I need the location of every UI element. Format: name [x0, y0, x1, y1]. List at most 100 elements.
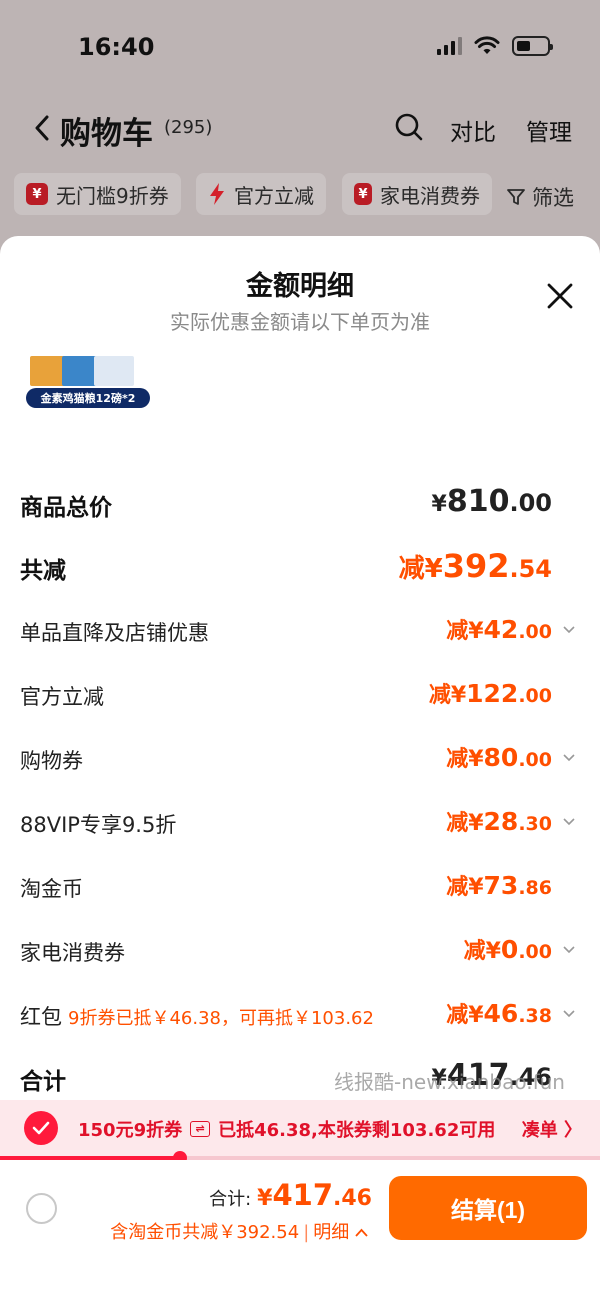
row-label: 共减 [20, 558, 66, 584]
swap-icon[interactable]: ⇌ [190, 1121, 211, 1137]
currency: 减¥ [446, 747, 484, 772]
status-icons [437, 36, 553, 56]
red-packet-note: 9折券已抵￥46.38，可再抵￥103.62 [68, 1008, 374, 1029]
amount-int: 28 [483, 807, 519, 836]
currency: 减¥ [428, 683, 467, 708]
filter-chip-coupon[interactable]: ¥ 无门槛9折券 [14, 173, 181, 215]
detail-row-store-discount[interactable]: 单品直降及店铺优惠 减¥ 42.00 [0, 613, 600, 653]
chevron-down-icon [563, 946, 575, 954]
checkout-button[interactable]: 结算(1) [389, 1176, 587, 1240]
amount-int: 73 [483, 871, 519, 900]
currency: 减¥ [398, 554, 443, 584]
product-image [94, 356, 134, 386]
total-line: 合计: ¥417.46 [209, 1178, 372, 1212]
add-items-link[interactable]: 凑单 〉 [522, 1116, 582, 1142]
coupon-icon: ¥ [354, 183, 372, 205]
close-icon[interactable] [546, 282, 574, 310]
funnel-icon [507, 189, 525, 205]
amount-dec: .00 [509, 489, 552, 517]
back-icon[interactable] [34, 114, 50, 142]
separator: | [303, 1222, 310, 1243]
currency: 减¥ [446, 811, 484, 836]
currency: 减¥ [446, 1003, 484, 1028]
detail-row-total-reduction: 共减 减¥ 392.54 [0, 547, 600, 587]
amount-int: 810 [446, 484, 510, 519]
coupon-checkbox[interactable] [24, 1111, 58, 1145]
amount-dec: .30 [518, 813, 552, 835]
row-label: 红包 9折券已抵￥46.38，可再抵￥103.62 [20, 1001, 374, 1031]
chip-label: 家电消费券 [380, 183, 480, 208]
row-label: 88VIP专享9.5折 [20, 813, 177, 837]
row-label: 官方立减 [20, 685, 104, 709]
detail-row-subtotal: 商品总价 ¥810.00 [0, 484, 600, 524]
detail-row-88vip[interactable]: 88VIP专享9.5折 减¥ 28.30 [0, 805, 600, 845]
currency: 减¥ [446, 619, 484, 644]
cart-count: (295) [164, 117, 213, 138]
select-all-checkbox[interactable] [26, 1193, 57, 1224]
detail-toggle[interactable]: 明细 [313, 1222, 368, 1243]
checkout-bar: 合计: ¥417.46 含淘金币共减￥392.54 | 明细 结算(1) [0, 1160, 600, 1304]
amount-dec: .54 [509, 555, 552, 583]
row-label: 合计 [20, 1069, 66, 1095]
product-thumbnail: 金素鸡猫粮12磅*2 [22, 356, 154, 410]
row-label: 商品总价 [20, 495, 112, 521]
saving-text: 含淘金币共减￥392.54 [110, 1222, 300, 1243]
coupon-status: 150元9折券 ⇌ 已抵46.38,本张券剩103.62可用 [78, 1116, 495, 1142]
detail-row-official-discount: 官方立减 减¥ 122.00 [0, 677, 600, 717]
amount-int: 0 [500, 935, 519, 964]
amount-dec: .00 [518, 685, 552, 707]
row-amount: 减¥ 28.30 [446, 805, 552, 837]
battery-icon [512, 36, 553, 56]
filter-bar: ¥ 无门槛9折券 官方立减 ¥ 家电消费券 筛选 [0, 165, 600, 225]
detail-row-red-packet[interactable]: 红包 9折券已抵￥46.38，可再抵￥103.62 减¥ 46.38 [0, 997, 600, 1037]
status-time: 16:40 [78, 33, 155, 61]
chip-label: 官方立减 [234, 183, 314, 208]
chevron-down-icon [563, 626, 575, 634]
amount-dec: .46 [333, 1186, 372, 1211]
search-icon[interactable] [394, 112, 424, 142]
detail-row-appliance-coupon[interactable]: 家电消费券 减¥ 0.00 [0, 933, 600, 973]
checkmark-icon [32, 1121, 50, 1135]
coupon-banner: 150元9折券 ⇌ 已抵46.38,本张券剩103.62可用 凑单 〉 [0, 1100, 600, 1156]
sheet-subtitle: 实际优惠金额请以下单页为准 [170, 310, 430, 334]
currency: 减¥ [463, 939, 501, 964]
page-title: 购物车 [60, 116, 153, 152]
detail-row-shopping-coupon[interactable]: 购物券 减¥ 80.00 [0, 741, 600, 781]
row-amount: 减¥ 0.00 [464, 933, 552, 965]
compare-button[interactable]: 对比 [450, 113, 496, 147]
amount-dec: .38 [518, 1005, 552, 1027]
total-label: 合计: [209, 1189, 252, 1210]
detail-label: 明细 [313, 1222, 350, 1243]
chevron-down-icon [563, 818, 575, 826]
saving-summary: 含淘金币共减￥392.54 | 明细 [110, 1218, 368, 1244]
amount-int: 392 [442, 547, 510, 585]
cart-header: 购物车 (295) 对比 管理 [0, 100, 600, 156]
status-bar: 16:40 [0, 0, 600, 96]
row-amount: 减¥ 46.38 [446, 997, 552, 1029]
chevron-down-icon [563, 1010, 575, 1018]
amount-dec: .00 [518, 749, 552, 771]
currency: ¥ [431, 492, 447, 517]
filter-button[interactable]: 筛选 [506, 182, 574, 212]
cellular-signal-icon [437, 37, 462, 55]
row-amount: 减¥ 42.00 [446, 613, 552, 645]
amount-dec: .00 [518, 621, 552, 643]
chip-label: 无门槛9折券 [56, 183, 169, 208]
filter-chip-official-discount[interactable]: 官方立减 [196, 173, 326, 215]
amount-int: 80 [483, 743, 519, 772]
amount-int: 122 [466, 679, 519, 708]
total-value: ¥417.46 [257, 1178, 372, 1212]
filter-label: 筛选 [532, 186, 574, 210]
manage-button[interactable]: 管理 [526, 113, 572, 147]
amount-dec: .00 [518, 941, 552, 963]
currency: ¥ [257, 1186, 273, 1211]
currency: 减¥ [446, 875, 484, 900]
row-label-text: 红包 [20, 1005, 62, 1029]
filter-chip-appliance-coupon[interactable]: ¥ 家电消费券 [342, 173, 492, 215]
wifi-icon [474, 36, 500, 54]
coupon-icon: ¥ [26, 183, 48, 205]
chevron-down-icon [563, 754, 575, 762]
detail-row-taojinbi: 淘金币 减¥ 73.86 [0, 869, 600, 909]
lightning-icon [210, 183, 224, 205]
watermark: 线报酷-new.xianbao.fun [334, 1070, 565, 1094]
